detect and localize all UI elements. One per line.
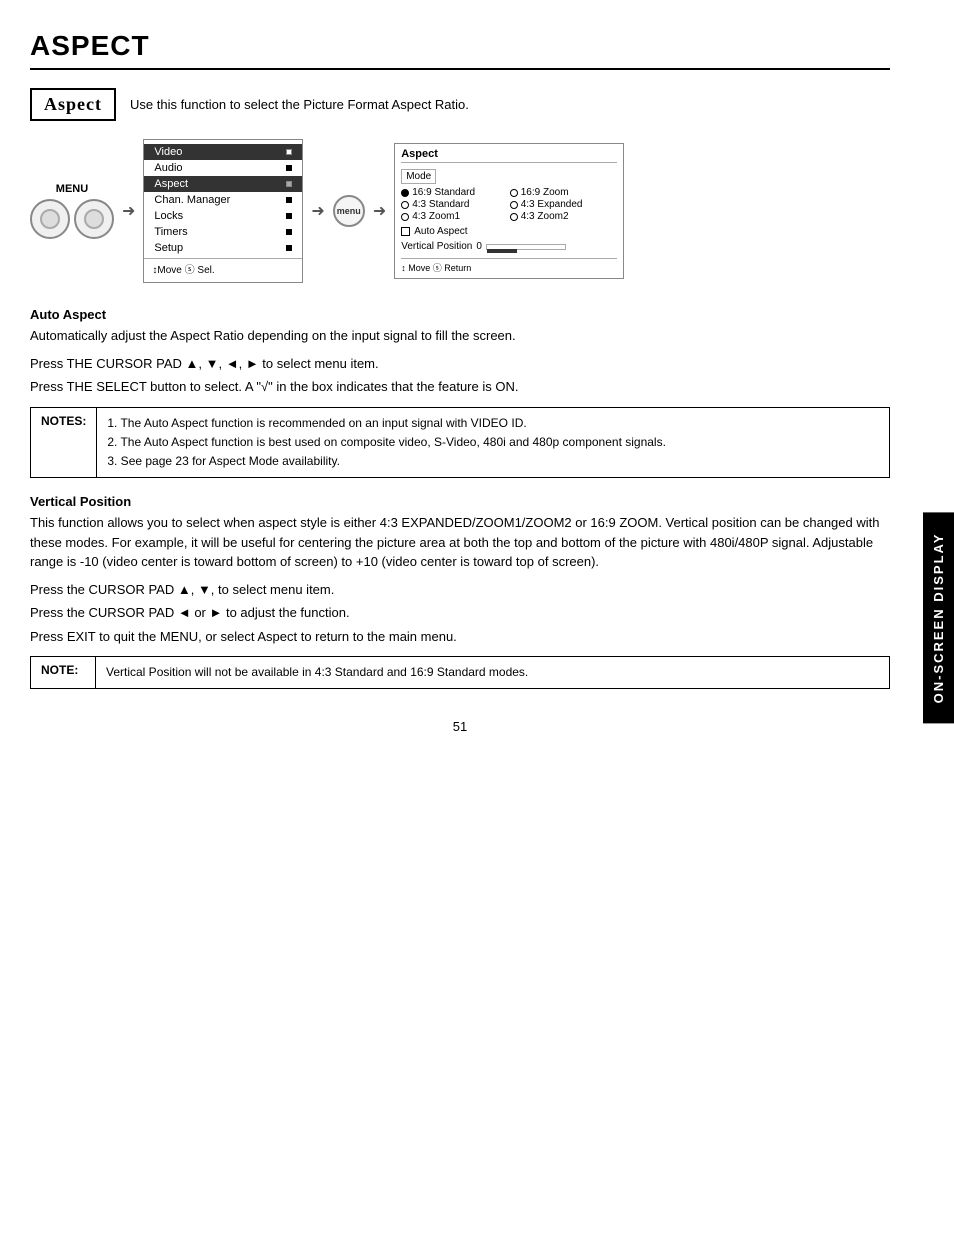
menu-item-aspect: Aspect — [144, 176, 302, 192]
mode-169-zoom: 16:9 Zoom — [510, 187, 618, 198]
auto-aspect-text: Automatically adjust the Aspect Ratio de… — [30, 326, 890, 346]
remote-circle-left — [30, 199, 70, 239]
remote-circle-right — [74, 199, 114, 239]
page-title: ASPECT — [30, 30, 890, 70]
menu-footer: ↕Move ⓢ Sel. — [144, 258, 302, 278]
note-item-1: 1. The Auto Aspect function is recommend… — [107, 414, 666, 433]
remote-circle-inner — [40, 209, 60, 229]
mode-43-zoom1: 4:3 Zoom1 — [401, 211, 509, 222]
vertical-pos-row: Vertical Position 0 — [401, 241, 617, 252]
auto-aspect-checkbox — [401, 227, 410, 236]
menu-screenshot: Video Audio Aspect Chan. Manager Locks T… — [143, 139, 303, 283]
slider-track — [486, 244, 566, 250]
auto-aspect-label: Auto Aspect — [414, 226, 467, 237]
remote-circle-inner2 — [84, 209, 104, 229]
menu-remote: MENU — [30, 183, 114, 239]
menu-btn-circle: menu — [333, 195, 365, 227]
menu-item-video: Video — [144, 144, 302, 160]
radio-43-zoom2 — [510, 213, 518, 221]
mode-label: Mode — [401, 169, 436, 184]
note-content: Vertical Position will not be available … — [96, 657, 538, 688]
auto-aspect-heading: Auto Aspect — [30, 307, 890, 322]
cursor-instruction-2: Press THE SELECT button to select. A "√"… — [30, 377, 890, 397]
radio-169-standard — [401, 189, 409, 197]
vertical-pos-label: Vertical Position — [401, 241, 472, 252]
mode-43-expanded: 4:3 Expanded — [510, 199, 618, 210]
notes-label: NOTES: — [31, 408, 97, 478]
vp-instruction-1: Press the CURSOR PAD ▲, ▼, to select men… — [30, 580, 890, 600]
cursor-instruction-1: Press THE CURSOR PAD ▲, ▼, ◄, ► to selec… — [30, 354, 890, 374]
mode-43-standard: 4:3 Standard — [401, 199, 509, 210]
menu-item-audio: Audio — [144, 160, 302, 176]
mode-43-zoom2: 4:3 Zoom2 — [510, 211, 618, 222]
note-label: NOTE: — [31, 657, 96, 688]
aspect-mode-grid: 16:9 Standard 16:9 Zoom 4:3 Standard 4:3… — [401, 187, 617, 222]
aspect-label-row: Aspect Use this function to select the P… — [30, 88, 890, 121]
note-item-3: 3. See page 23 for Aspect Mode availabil… — [107, 452, 666, 471]
arrow-3: ➜ — [373, 201, 386, 221]
radio-43-expanded — [510, 201, 518, 209]
slider-fill — [487, 249, 517, 253]
aspect-screenshot: Aspect Mode 16:9 Standard 16:9 Zoom 4:3 … — [394, 143, 624, 279]
notes-box: NOTES: 1. The Auto Aspect function is re… — [30, 407, 890, 479]
aspect-footer: ↕ Move ⓢ Return — [401, 258, 617, 274]
menu-label: MENU — [56, 183, 88, 195]
radio-43-zoom1 — [401, 213, 409, 221]
auto-aspect-row: Auto Aspect — [401, 226, 617, 237]
mode-169-standard: 16:9 Standard — [401, 187, 509, 198]
vertical-position-heading: Vertical Position — [30, 494, 890, 509]
note-box: NOTE: Vertical Position will not be avai… — [30, 656, 890, 689]
radio-43-standard — [401, 201, 409, 209]
menu-item-chan-manager: Chan. Manager — [144, 192, 302, 208]
menu-item-setup: Setup — [144, 240, 302, 256]
vertical-position-text: This function allows you to select when … — [30, 513, 890, 572]
menu-item-timers: Timers — [144, 224, 302, 240]
arrow-1: ➜ — [122, 201, 135, 221]
notes-content: 1. The Auto Aspect function is recommend… — [97, 408, 676, 478]
arrow-2: ➜ — [311, 201, 324, 221]
aspect-screenshot-title: Aspect — [401, 148, 617, 163]
vp-instruction-2: Press the CURSOR PAD ◄ or ► to adjust th… — [30, 603, 890, 623]
radio-169-zoom — [510, 189, 518, 197]
side-tab: ON-SCREEN DISPLAY — [923, 512, 954, 723]
diagram-area: MENU ➜ Video Audio Aspect — [30, 139, 890, 283]
vp-instruction-3: Press EXIT to quit the MENU, or select A… — [30, 627, 890, 647]
page-number: 51 — [30, 719, 890, 734]
note-item-2: 2. The Auto Aspect function is best used… — [107, 433, 666, 452]
vertical-pos-value: 0 — [476, 241, 482, 252]
menu-btn-area: menu — [333, 195, 365, 227]
menu-item-locks: Locks — [144, 208, 302, 224]
aspect-description: Use this function to select the Picture … — [130, 97, 469, 112]
aspect-label-box: Aspect — [30, 88, 116, 121]
